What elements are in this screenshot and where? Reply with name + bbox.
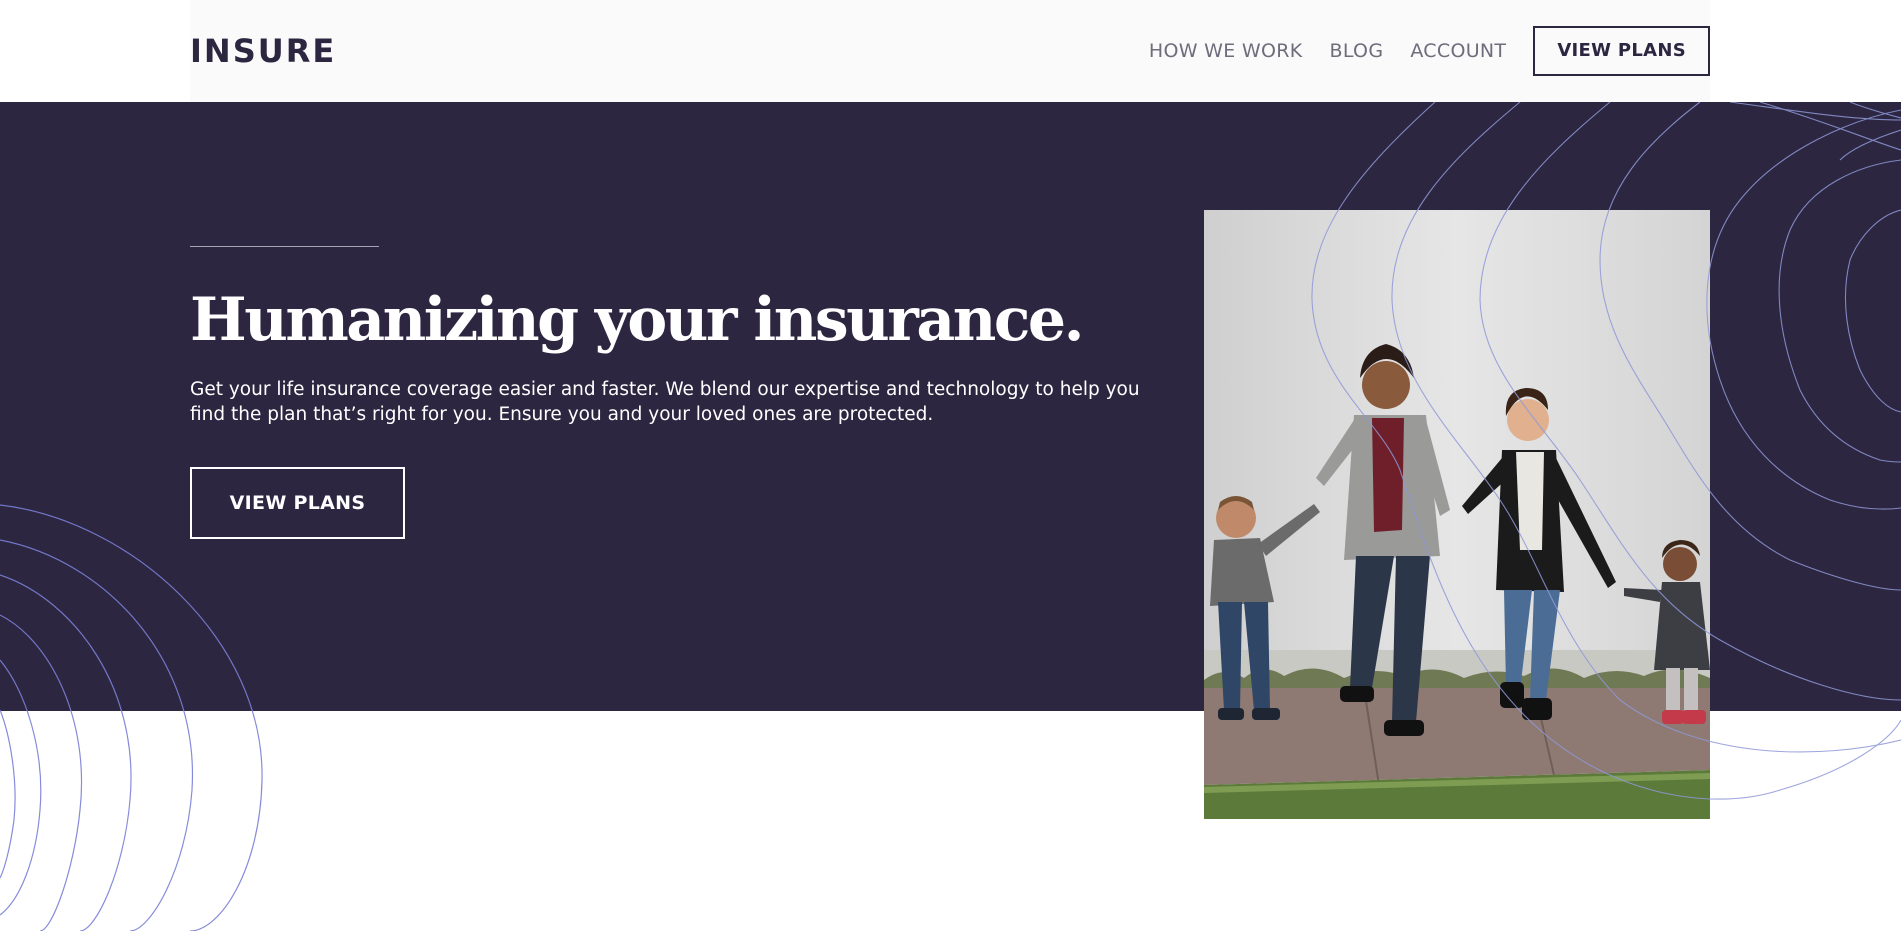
- family-photo: [1204, 210, 1710, 819]
- header-view-plans-button[interactable]: VIEW PLANS: [1533, 26, 1710, 76]
- nav-link-how-we-work[interactable]: HOW WE WORK: [1149, 40, 1303, 62]
- landing-page: INSURE HOW WE WORK BLOG ACCOUNT VIEW PLA…: [0, 0, 1901, 931]
- nav-link-blog[interactable]: BLOG: [1330, 40, 1384, 62]
- main-nav: HOW WE WORK BLOG ACCOUNT VIEW PLANS: [1149, 0, 1710, 102]
- hero-divider: [190, 246, 379, 247]
- hero-description: Get your life insurance coverage easier …: [190, 379, 1140, 425]
- nav-link-account[interactable]: ACCOUNT: [1410, 40, 1506, 62]
- header-container: INSURE HOW WE WORK BLOG ACCOUNT VIEW PLA…: [190, 0, 1710, 102]
- site-header: INSURE HOW WE WORK BLOG ACCOUNT VIEW PLA…: [0, 0, 1901, 102]
- hero-title: Humanizing your insurance.: [190, 285, 1084, 355]
- insure-logo[interactable]: INSURE: [190, 33, 336, 69]
- hero-view-plans-button[interactable]: VIEW PLANS: [190, 467, 405, 539]
